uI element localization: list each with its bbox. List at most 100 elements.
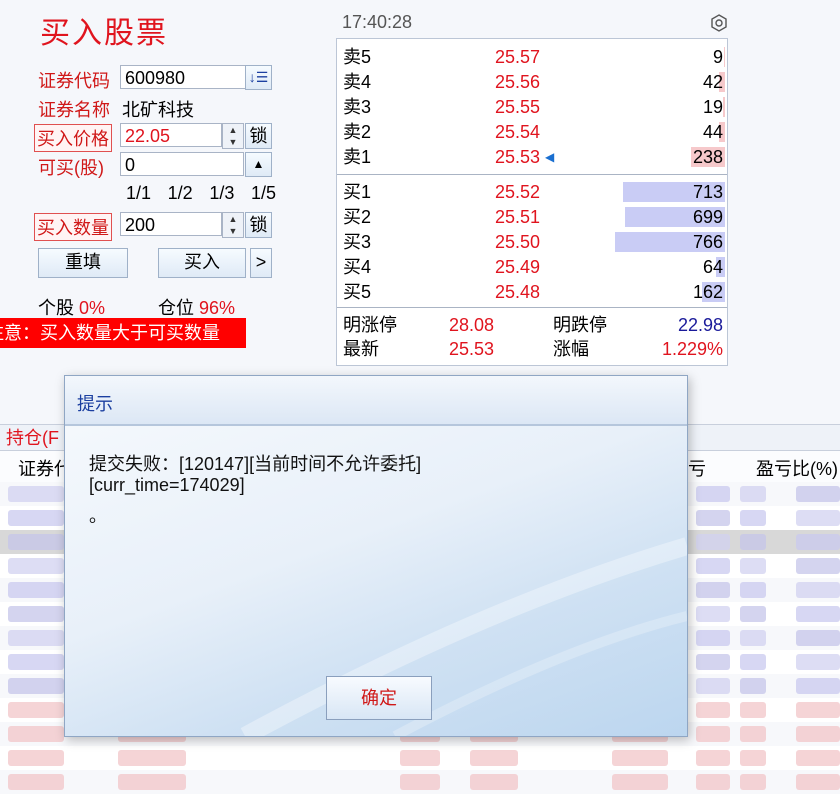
col-pl[interactable]: 亏 [688,455,706,481]
gear-icon[interactable] [710,14,728,32]
buy-level-label: 买4 [343,257,372,277]
buy-level-price[interactable]: 25.52 [495,180,540,204]
blurred-cell [696,582,730,598]
sell-level-row[interactable]: 卖4 25.56 42 [337,70,727,94]
price-label: 买入价格 [34,124,112,152]
qty-input[interactable]: 200 [120,212,222,236]
blurred-cell [696,726,730,742]
fraction-1-3[interactable]: 1/3 [209,183,234,204]
blurred-cell [796,750,840,766]
code-input[interactable]: 600980 [120,65,246,89]
buy-level-label: 买2 [343,207,372,227]
buy-level-price[interactable]: 25.51 [495,205,540,229]
sell-level-row[interactable]: 卖1 25.53 238 ◀ [337,145,727,169]
blurred-cell [696,654,730,670]
table-row[interactable] [0,770,840,794]
sell-level-row[interactable]: 卖3 25.55 19 [337,95,727,119]
buy-level-row[interactable]: 买1 25.52 713 [337,180,727,204]
reset-button[interactable]: 重填 [38,248,128,278]
down-arrow-icon[interactable]: ▼ [223,225,243,237]
buy-level-label: 买1 [343,182,372,202]
limit-down-label: 明跌停 [553,315,607,335]
warning-banner: 注意：买入数量大于可买数量 [0,318,246,348]
buy-level-price[interactable]: 25.50 [495,230,540,254]
up-arrow-icon: ▲ [252,157,265,171]
up-arrow-icon[interactable]: ▲ [223,213,243,225]
sell-level-volume: 44 [702,122,723,142]
sell-level-row[interactable]: 卖2 25.54 44 [337,120,727,144]
blurred-cell [740,582,766,598]
col-pl-pct[interactable]: 盈亏比(%) [756,455,838,481]
buyable-value: 0 [120,152,244,176]
down-arrow-icon[interactable]: ▼ [223,136,243,148]
buy-level-price[interactable]: 25.48 [495,280,540,304]
buy-level-row[interactable]: 买2 25.51 699 [337,205,727,229]
code-list-button[interactable]: ↓☰ [245,65,272,90]
sell-volume-bar [723,97,725,117]
price-lock-button[interactable]: 锁 [245,123,272,149]
limit-row: 明涨停 28.08 明跌停 22.98 [337,313,727,337]
divider [337,307,727,308]
buy-level-volume: 64 [702,257,723,277]
fraction-buttons: 1/1 1/2 1/3 1/5 [126,183,276,204]
blurred-cell [8,726,64,742]
table-row[interactable] [0,746,840,770]
blurred-cell [796,582,840,598]
name-value: 北矿科技 [122,100,194,120]
up-arrow-icon[interactable]: ▲ [223,124,243,136]
blurred-cell [8,630,64,646]
blurred-cell [8,606,64,622]
price-input[interactable]: 22.05 [120,123,222,147]
blurred-cell [118,750,186,766]
quote-time: 17:40:28 [342,12,413,32]
fraction-1-2[interactable]: 1/2 [168,183,193,204]
more-button[interactable]: > [250,248,272,278]
buy-level-row[interactable]: 买3 25.50 766 [337,230,727,254]
sell-level-price[interactable]: 25.56 [495,70,540,94]
buy-button[interactable]: 买入 [158,248,246,278]
blurred-cell [470,750,518,766]
ok-button[interactable]: 确定 [326,676,432,720]
buy-level-row[interactable]: 买5 25.48 162 [337,280,727,304]
blurred-cell [796,630,840,646]
current-price-marker-icon: ◀ [545,150,555,164]
buyable-up-button[interactable]: ▲ [245,152,272,177]
limit-up-value: 28.08 [449,315,495,335]
sell-level-volume: 9 [712,47,723,67]
buy-level-price[interactable]: 25.49 [495,255,540,279]
blurred-cell [8,654,64,670]
qty-lock-button[interactable]: 锁 [245,212,272,238]
dialog-message-line2: [curr_time=174029] [89,475,245,495]
buy-level-row[interactable]: 买4 25.49 64 [337,255,727,279]
blurred-cell [118,774,186,790]
fraction-1-5[interactable]: 1/5 [251,183,276,204]
buy-level-label: 买3 [343,232,372,252]
blurred-cell [740,486,766,502]
blurred-cell [470,774,518,790]
position-ratio: 仓位 96% [158,298,236,318]
sell-level-price[interactable]: 25.54 [495,120,540,144]
sell-level-price[interactable]: 25.55 [495,95,540,119]
sell-level-row[interactable]: 卖5 25.57 9 [337,45,727,69]
blurred-cell [796,678,840,694]
blurred-cell [696,510,730,526]
buy-level-label: 买5 [343,282,372,302]
sell-level-label: 卖3 [343,97,372,117]
sell-level-price[interactable]: 25.53 [495,145,540,169]
qty-stepper[interactable]: ▲ ▼ [222,212,244,238]
blurred-cell [696,486,730,502]
blurred-cell [696,558,730,574]
blurred-cell [740,654,766,670]
sell-level-price[interactable]: 25.57 [495,45,540,69]
fraction-1-1[interactable]: 1/1 [126,183,151,204]
price-stepper[interactable]: ▲ ▼ [222,123,244,149]
quote-panel: 卖5 25.57 9 卖4 25.56 42 卖3 25.55 19 卖2 25.54 44 卖1 25.… [336,38,728,366]
single-stock-ratio: 个股 0% [38,298,106,318]
blurred-cell [796,558,840,574]
buy-level-volume: 162 [692,282,723,302]
blurred-cell [696,534,730,550]
buyable-label: 可买(股) [38,158,104,178]
blurred-cell [740,678,766,694]
name-label: 证券名称 [38,100,110,120]
last-label: 最新 [343,339,379,359]
